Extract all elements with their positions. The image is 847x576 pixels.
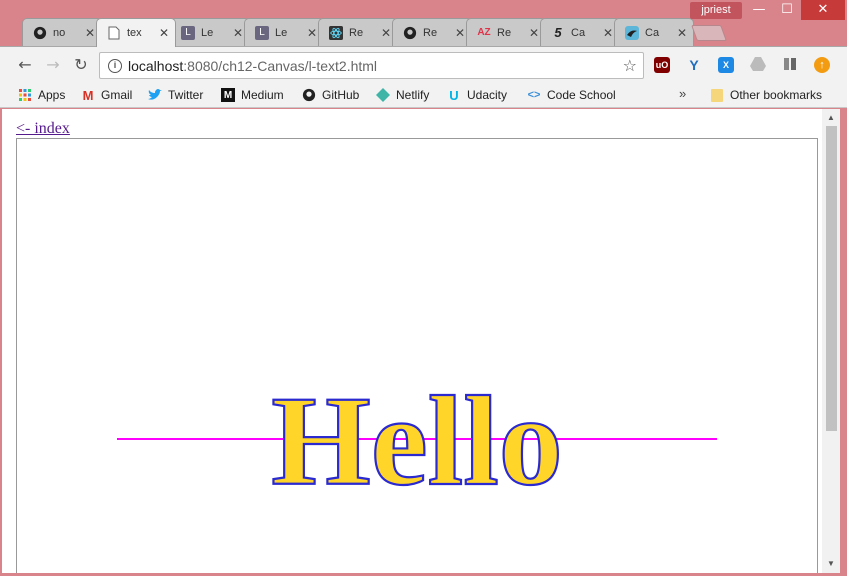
tab-label: Ca	[571, 26, 586, 39]
update-icon[interactable]: ↑	[814, 57, 830, 73]
bookmark-label: GitHub	[322, 88, 360, 102]
github-icon	[302, 88, 316, 102]
bookmarks-bar: Apps M Gmail Twitter M Medium GitHub Net…	[0, 82, 847, 108]
close-tab-icon[interactable]: ✕	[233, 26, 243, 40]
bookmark-twitter[interactable]: Twitter	[148, 86, 203, 104]
url-text[interactable]: localhost:8080/ch12-Canvas/l-text2.html	[128, 58, 377, 74]
bookmark-github[interactable]: GitHub	[302, 86, 359, 104]
close-tab-icon[interactable]: ✕	[603, 26, 613, 40]
gmail-icon: M	[82, 87, 94, 103]
bookmark-medium[interactable]: M Medium	[221, 86, 284, 104]
drive-icon[interactable]	[750, 57, 766, 73]
scroll-down-icon[interactable]: ▼	[822, 557, 840, 571]
tab-label: Re	[423, 26, 438, 39]
close-tab-icon[interactable]: ✕	[85, 26, 95, 40]
bookmark-udacity[interactable]: U Udacity	[447, 86, 507, 104]
tab-4[interactable]: Re ✕	[318, 18, 398, 46]
toolbar: ← → ↻ i localhost:8080/ch12-Canvas/l-tex…	[0, 46, 847, 82]
forward-arrow-icon[interactable]: →	[42, 54, 64, 76]
tab-label: Re	[497, 26, 512, 39]
close-tab-icon[interactable]: ✕	[381, 26, 391, 40]
bookmark-apps[interactable]: Apps	[18, 86, 65, 104]
close-tab-icon[interactable]: ✕	[455, 26, 465, 40]
canvas[interactable]: Hello	[16, 138, 818, 573]
bookmark-label: Udacity	[467, 88, 508, 102]
url-host: localhost	[128, 58, 184, 74]
tab-label: no	[53, 26, 66, 39]
twitter-icon	[148, 88, 162, 102]
bookmark-label: Apps	[38, 88, 66, 102]
info-icon[interactable]: i	[108, 59, 122, 73]
bird-icon	[625, 25, 639, 40]
bookmark-other[interactable]: Other bookmarks	[710, 86, 822, 104]
netlify-icon	[376, 88, 390, 102]
bookmark-star-icon[interactable]: ☆	[623, 56, 637, 75]
minimize-icon[interactable]: —	[745, 0, 773, 20]
page-viewport: <- index Hello	[2, 109, 840, 573]
tab-3[interactable]: L Le ✕	[244, 18, 324, 46]
canvas-drawing: Hello	[117, 369, 717, 513]
scroll-up-icon[interactable]: ▲	[822, 111, 840, 125]
tab-0[interactable]: no ✕	[22, 18, 102, 46]
close-tab-icon[interactable]: ✕	[159, 26, 169, 40]
tab-8[interactable]: Ca ✕	[614, 18, 694, 46]
tab-label: Le	[275, 26, 288, 39]
tab-1[interactable]: tex ✕	[96, 18, 176, 47]
le-icon: L	[181, 25, 195, 40]
react-icon	[329, 25, 343, 40]
tab-label: Re	[349, 26, 364, 39]
canvas-hello-text: Hello	[271, 370, 563, 512]
github-icon	[403, 26, 417, 40]
tab-label: Ca	[645, 26, 660, 39]
bookmark-label: Code School	[547, 88, 616, 102]
bookmark-label: Netlify	[396, 88, 430, 102]
bookmark-gmail[interactable]: M Gmail	[81, 86, 133, 104]
udacity-icon: U	[449, 87, 459, 103]
github-icon	[33, 26, 47, 40]
ublock-icon[interactable]: uO	[654, 57, 670, 73]
vimium-icon[interactable]: Y	[686, 57, 702, 73]
bookmark-code-school[interactable]: <> Code School	[527, 86, 616, 104]
index-link[interactable]: <- index	[16, 120, 70, 138]
reload-icon[interactable]: ↻	[70, 54, 92, 76]
folder-icon	[710, 88, 724, 102]
codeschool-icon: <>	[527, 89, 541, 101]
five-icon: 5	[554, 25, 562, 40]
close-tab-icon[interactable]: ✕	[307, 26, 317, 40]
back-arrow-icon[interactable]: ←	[14, 54, 36, 76]
tab-strip: no ✕ tex ✕ L Le ✕ L Le ✕ Re ✕ Re ✕ AZ Re…	[0, 0, 847, 47]
le-icon: L	[255, 25, 269, 40]
bookmark-label: Gmail	[101, 88, 133, 102]
url-path: :8080/ch12-Canvas/l-text2.html	[183, 58, 378, 74]
bookmarks-overflow-button[interactable]: »	[679, 86, 686, 101]
maximize-icon[interactable]: ☐	[773, 0, 801, 20]
apps-icon	[18, 88, 32, 102]
close-tab-icon[interactable]: ✕	[529, 26, 539, 40]
extension-x-icon[interactable]: X	[718, 57, 734, 73]
vertical-scrollbar[interactable]: ▲ ▼	[822, 109, 840, 573]
bookmark-label: Medium	[241, 88, 284, 102]
tab-6[interactable]: AZ Re ✕	[466, 18, 546, 46]
profile-button[interactable]: jpriest	[690, 2, 742, 19]
az-icon: AZ	[477, 27, 491, 38]
address-bar[interactable]: i localhost:8080/ch12-Canvas/l-text2.htm…	[99, 52, 644, 79]
new-tab-button[interactable]	[691, 25, 727, 41]
page-icon	[107, 26, 121, 40]
tab-label: tex	[127, 27, 142, 39]
extension-card-icon[interactable]	[782, 57, 798, 73]
close-tab-icon[interactable]: ✕	[677, 26, 687, 40]
browser-window: no ✕ tex ✕ L Le ✕ L Le ✕ Re ✕ Re ✕ AZ Re…	[0, 0, 847, 576]
bookmark-label: Other bookmarks	[730, 88, 823, 102]
close-icon[interactable]: ✕	[801, 0, 845, 20]
tab-2[interactable]: L Le ✕	[170, 18, 250, 46]
bookmark-netlify[interactable]: Netlify	[376, 86, 429, 104]
tab-label: Le	[201, 26, 214, 39]
medium-icon: M	[221, 88, 235, 102]
bookmark-label: Twitter	[168, 88, 204, 102]
tab-5[interactable]: Re ✕	[392, 18, 472, 46]
tab-7[interactable]: 5 Ca ✕	[540, 18, 620, 46]
scrollbar-thumb[interactable]	[826, 126, 837, 431]
